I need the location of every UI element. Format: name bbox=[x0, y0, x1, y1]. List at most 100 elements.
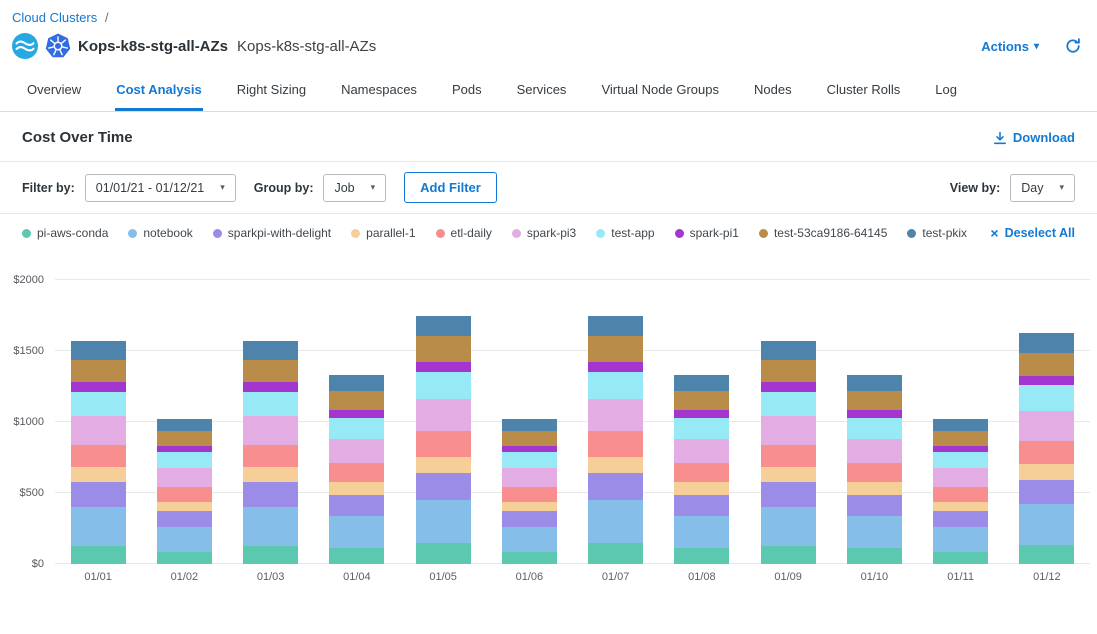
legend-item-pi-aws-conda[interactable]: pi-aws-conda bbox=[22, 226, 108, 240]
bar-segment-spark-pi3[interactable] bbox=[157, 468, 212, 486]
bar-segment-notebook[interactable] bbox=[416, 500, 471, 543]
bar-segment-test-53ca9186-64145[interactable] bbox=[761, 360, 816, 383]
bar-segment-spark-pi3[interactable] bbox=[329, 439, 384, 463]
bar-segment-notebook[interactable] bbox=[502, 527, 557, 552]
tab-cluster-rolls[interactable]: Cluster Rolls bbox=[826, 69, 902, 111]
bar-segment-sparkpi-with-delight[interactable] bbox=[933, 511, 988, 527]
tab-cost-analysis[interactable]: Cost Analysis bbox=[115, 69, 203, 111]
stacked-bar-01/11[interactable] bbox=[933, 419, 988, 564]
bar-segment-test-53ca9186-64145[interactable] bbox=[933, 431, 988, 446]
bar-segment-notebook[interactable] bbox=[674, 516, 729, 549]
add-filter-button[interactable]: Add Filter bbox=[404, 172, 497, 203]
bar-segment-test-53ca9186-64145[interactable] bbox=[157, 431, 212, 446]
bar-segment-parallel-1[interactable] bbox=[1019, 464, 1074, 480]
bar-segment-sparkpi-with-delight[interactable] bbox=[847, 495, 902, 516]
bar-segment-spark-pi1[interactable] bbox=[71, 382, 126, 391]
legend-item-sparkpi-with-delight[interactable]: sparkpi-with-delight bbox=[213, 226, 331, 240]
bar-segment-parallel-1[interactable] bbox=[416, 457, 471, 473]
bar-segment-test-pkix[interactable] bbox=[329, 375, 384, 391]
bar-segment-spark-pi1[interactable] bbox=[329, 410, 384, 418]
stacked-bar-01/10[interactable] bbox=[847, 375, 902, 564]
bar-segment-sparkpi-with-delight[interactable] bbox=[329, 495, 384, 516]
bar-segment-test-pkix[interactable] bbox=[761, 341, 816, 359]
bar-segment-spark-pi1[interactable] bbox=[761, 382, 816, 391]
bar-segment-pi-aws-conda[interactable] bbox=[588, 543, 643, 564]
stacked-bar-01/03[interactable] bbox=[243, 341, 298, 564]
bar-segment-test-app[interactable] bbox=[1019, 385, 1074, 411]
bar-segment-test-app[interactable] bbox=[588, 372, 643, 400]
stacked-bar-01/12[interactable] bbox=[1019, 333, 1074, 564]
bar-segment-parallel-1[interactable] bbox=[243, 467, 298, 482]
bar-segment-test-pkix[interactable] bbox=[588, 316, 643, 337]
bar-segment-test-pkix[interactable] bbox=[1019, 333, 1074, 352]
bar-segment-parallel-1[interactable] bbox=[847, 482, 902, 495]
bar-segment-etl-daily[interactable] bbox=[1019, 441, 1074, 464]
bar-segment-test-app[interactable] bbox=[157, 452, 212, 468]
bar-segment-notebook[interactable] bbox=[71, 507, 126, 546]
stacked-bar-01/08[interactable] bbox=[674, 375, 729, 564]
legend-item-test-app[interactable]: test-app bbox=[596, 226, 654, 240]
bar-segment-notebook[interactable] bbox=[157, 527, 212, 552]
view-by-dropdown[interactable]: Day ▾ bbox=[1010, 174, 1075, 202]
stacked-bar-01/02[interactable] bbox=[157, 419, 212, 564]
bar-segment-parallel-1[interactable] bbox=[71, 467, 126, 482]
bar-segment-test-app[interactable] bbox=[761, 392, 816, 417]
bar-segment-pi-aws-conda[interactable] bbox=[71, 546, 126, 564]
bar-segment-spark-pi1[interactable] bbox=[847, 410, 902, 418]
refresh-icon[interactable] bbox=[1065, 38, 1081, 54]
bar-segment-parallel-1[interactable] bbox=[157, 502, 212, 512]
bar-segment-parallel-1[interactable] bbox=[933, 502, 988, 512]
breadcrumb-link[interactable]: Cloud Clusters bbox=[12, 10, 97, 25]
bar-segment-etl-daily[interactable] bbox=[157, 487, 212, 502]
bar-segment-sparkpi-with-delight[interactable] bbox=[416, 473, 471, 500]
tab-pods[interactable]: Pods bbox=[451, 69, 483, 111]
bar-segment-sparkpi-with-delight[interactable] bbox=[243, 482, 298, 506]
bar-segment-pi-aws-conda[interactable] bbox=[847, 548, 902, 564]
stacked-bar-01/09[interactable] bbox=[761, 341, 816, 564]
bar-segment-notebook[interactable] bbox=[329, 516, 384, 549]
bar-segment-etl-daily[interactable] bbox=[502, 487, 557, 502]
bar-segment-parallel-1[interactable] bbox=[761, 467, 816, 482]
bar-segment-spark-pi3[interactable] bbox=[416, 399, 471, 431]
bar-segment-sparkpi-with-delight[interactable] bbox=[588, 473, 643, 500]
bar-segment-sparkpi-with-delight[interactable] bbox=[1019, 480, 1074, 505]
bar-segment-test-53ca9186-64145[interactable] bbox=[502, 431, 557, 446]
legend-item-parallel-1[interactable]: parallel-1 bbox=[351, 226, 415, 240]
bar-segment-test-pkix[interactable] bbox=[243, 341, 298, 359]
bar-segment-etl-daily[interactable] bbox=[71, 445, 126, 468]
deselect-all-button[interactable]: × Deselect All bbox=[990, 226, 1075, 240]
bar-segment-pi-aws-conda[interactable] bbox=[1019, 545, 1074, 564]
bar-segment-spark-pi3[interactable] bbox=[588, 399, 643, 431]
bar-segment-test-app[interactable] bbox=[329, 418, 384, 439]
stacked-bar-01/06[interactable] bbox=[502, 419, 557, 564]
date-range-dropdown[interactable]: 01/01/21 - 01/12/21 ▾ bbox=[85, 174, 236, 202]
tab-virtual-node-groups[interactable]: Virtual Node Groups bbox=[600, 69, 720, 111]
stacked-bar-01/07[interactable] bbox=[588, 316, 643, 564]
bar-segment-notebook[interactable] bbox=[243, 507, 298, 546]
bar-segment-pi-aws-conda[interactable] bbox=[674, 548, 729, 564]
legend-item-etl-daily[interactable]: etl-daily bbox=[436, 226, 492, 240]
tab-namespaces[interactable]: Namespaces bbox=[340, 69, 418, 111]
bar-segment-test-53ca9186-64145[interactable] bbox=[243, 360, 298, 383]
bar-segment-etl-daily[interactable] bbox=[674, 463, 729, 482]
bar-segment-pi-aws-conda[interactable] bbox=[329, 548, 384, 564]
bar-segment-test-53ca9186-64145[interactable] bbox=[71, 360, 126, 383]
bar-segment-test-53ca9186-64145[interactable] bbox=[1019, 353, 1074, 376]
bar-segment-test-pkix[interactable] bbox=[502, 419, 557, 431]
bar-segment-pi-aws-conda[interactable] bbox=[502, 552, 557, 564]
bar-segment-test-pkix[interactable] bbox=[71, 341, 126, 359]
bar-segment-notebook[interactable] bbox=[588, 500, 643, 543]
bar-segment-notebook[interactable] bbox=[847, 516, 902, 549]
bar-segment-test-app[interactable] bbox=[933, 452, 988, 468]
bar-segment-notebook[interactable] bbox=[761, 507, 816, 546]
legend-item-spark-pi3[interactable]: spark-pi3 bbox=[512, 226, 576, 240]
bar-segment-test-pkix[interactable] bbox=[847, 375, 902, 391]
bar-segment-etl-daily[interactable] bbox=[847, 463, 902, 482]
bar-segment-spark-pi1[interactable] bbox=[674, 410, 729, 418]
bar-segment-spark-pi1[interactable] bbox=[416, 362, 471, 372]
tab-overview[interactable]: Overview bbox=[26, 69, 82, 111]
bar-segment-spark-pi1[interactable] bbox=[588, 362, 643, 372]
bar-segment-sparkpi-with-delight[interactable] bbox=[761, 482, 816, 506]
bar-segment-notebook[interactable] bbox=[933, 527, 988, 552]
bar-segment-spark-pi1[interactable] bbox=[243, 382, 298, 391]
